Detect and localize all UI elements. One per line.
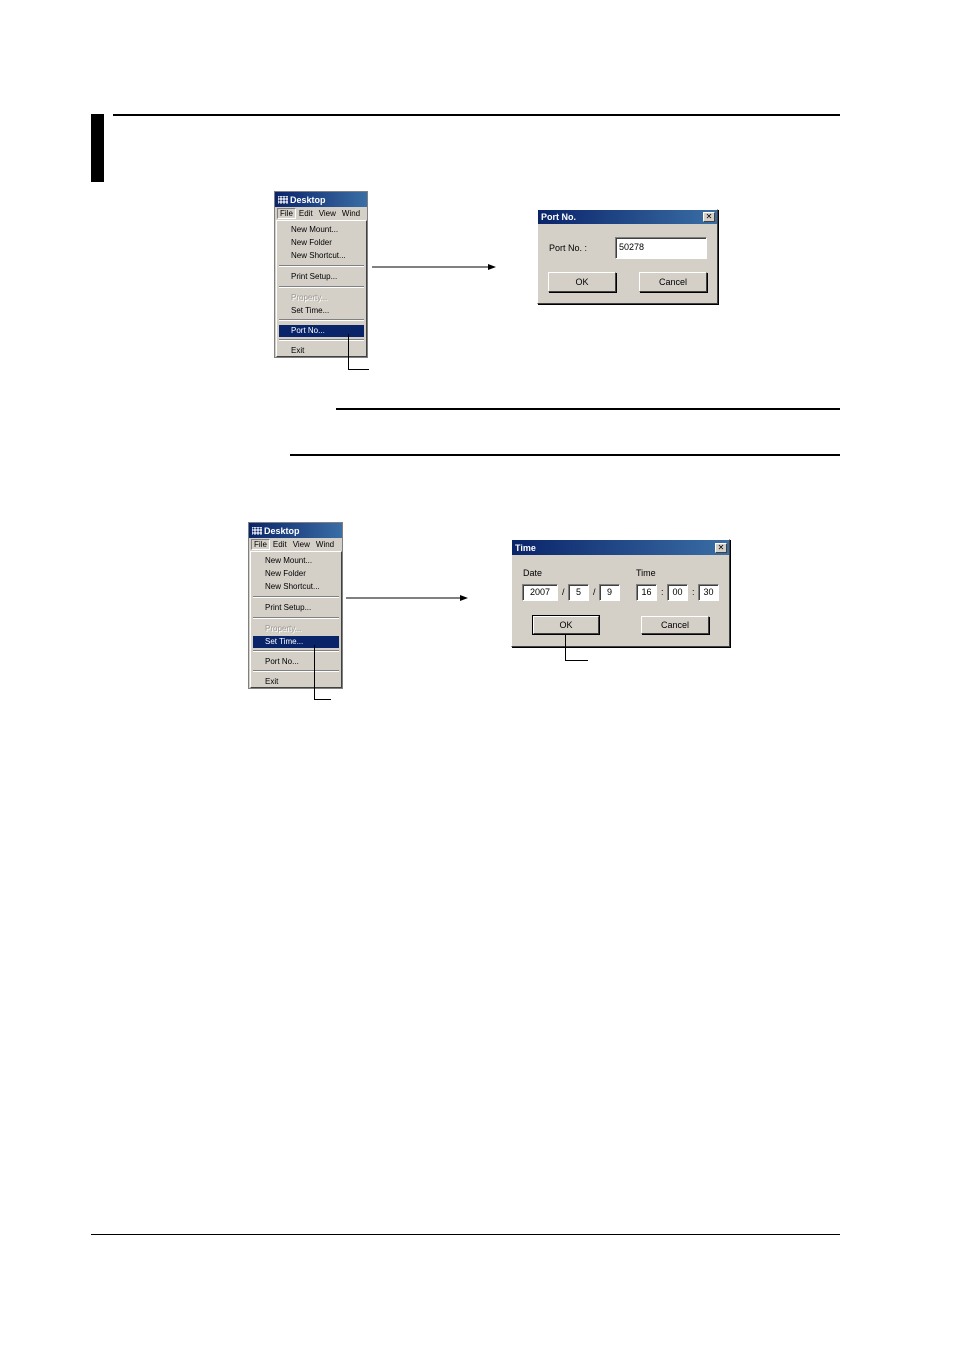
menu-view[interactable]: View bbox=[316, 209, 339, 218]
menubar: File Edit View Wind bbox=[275, 207, 367, 219]
hour-input[interactable]: 16 bbox=[636, 584, 657, 601]
menu-edit[interactable]: Edit bbox=[270, 540, 290, 549]
dialog-title: Time bbox=[515, 542, 536, 553]
day-input[interactable]: 9 bbox=[599, 584, 620, 601]
menu-item-new-shortcut[interactable]: New Shortcut... bbox=[279, 250, 364, 262]
month-input[interactable]: 5 bbox=[568, 584, 589, 601]
time-separator: : bbox=[692, 587, 695, 597]
close-icon[interactable]: ✕ bbox=[703, 212, 715, 222]
section-marker-bar bbox=[91, 114, 104, 182]
date-separator: / bbox=[593, 587, 596, 597]
menu-item-new-folder[interactable]: New Folder bbox=[253, 568, 339, 580]
arrow-2 bbox=[346, 595, 468, 601]
menu-file[interactable]: File bbox=[277, 207, 296, 219]
menu-window[interactable]: Wind bbox=[313, 540, 337, 549]
port-no-input[interactable]: 50278 bbox=[615, 237, 707, 259]
window-title: Desktop bbox=[264, 525, 300, 536]
cancel-button[interactable]: Cancel bbox=[641, 616, 709, 634]
second-input[interactable]: 30 bbox=[698, 584, 719, 601]
menu-item-property: Property... bbox=[265, 624, 302, 633]
menu-item-print-setup[interactable]: Print Setup... bbox=[279, 271, 364, 283]
date-label: Date bbox=[523, 568, 543, 578]
menu-file[interactable]: File bbox=[251, 538, 270, 550]
menu-separator bbox=[279, 265, 364, 267]
app-icon bbox=[252, 526, 262, 535]
callout-line bbox=[348, 334, 369, 370]
ok-button[interactable]: OK bbox=[532, 615, 600, 635]
minute-input[interactable]: 00 bbox=[667, 584, 688, 601]
menu-separator bbox=[279, 286, 364, 288]
close-icon[interactable]: ✕ bbox=[715, 543, 727, 553]
ok-button[interactable]: OK bbox=[548, 272, 616, 292]
window-title-bar: Desktop bbox=[249, 523, 342, 538]
menu-item-print-setup[interactable]: Print Setup... bbox=[253, 602, 339, 614]
menu-window[interactable]: Wind bbox=[339, 209, 363, 218]
callout-line bbox=[565, 634, 588, 661]
rule bbox=[290, 454, 840, 456]
port-no-label: Port No. : bbox=[549, 243, 588, 253]
menu-window-1: Desktop File Edit View Wind New Mount...… bbox=[274, 191, 368, 358]
dialog-title-bar: Time bbox=[512, 540, 729, 555]
menu-separator bbox=[253, 596, 339, 598]
rule bbox=[336, 408, 840, 410]
date-separator: / bbox=[562, 587, 565, 597]
menu-edit[interactable]: Edit bbox=[296, 209, 316, 218]
menu-item-set-time[interactable]: Set Time... bbox=[279, 305, 364, 317]
section-top-rule bbox=[113, 114, 840, 116]
dialog-title: Port No. bbox=[541, 212, 576, 222]
menu-item-new-folder[interactable]: New Folder bbox=[279, 237, 364, 249]
time-label: Time bbox=[636, 568, 656, 578]
menu-item-property: Property... bbox=[291, 293, 328, 302]
time-separator: : bbox=[661, 587, 664, 597]
menu-view[interactable]: View bbox=[290, 540, 313, 549]
year-input[interactable]: 2007 bbox=[522, 584, 558, 601]
app-icon bbox=[278, 195, 288, 204]
time-dialog: Time ✕ Date Time 2007 / 5 / 9 16 : 00 : … bbox=[511, 539, 730, 647]
menu-separator bbox=[253, 617, 339, 619]
dialog-title-bar: Port No. bbox=[538, 210, 717, 224]
callout-line bbox=[314, 645, 331, 700]
cancel-button[interactable]: Cancel bbox=[639, 272, 707, 292]
window-title-bar: Desktop bbox=[275, 192, 367, 207]
window-title: Desktop bbox=[290, 194, 326, 205]
menu-item-new-mount[interactable]: New Mount... bbox=[279, 224, 364, 236]
menu-item-new-mount[interactable]: New Mount... bbox=[253, 555, 339, 567]
footer-rule bbox=[91, 1234, 840, 1235]
menu-item-new-shortcut[interactable]: New Shortcut... bbox=[253, 581, 339, 593]
arrow-1 bbox=[372, 264, 496, 270]
menubar: File Edit View Wind bbox=[249, 538, 342, 550]
menu-separator bbox=[279, 319, 364, 321]
port-no-dialog: Port No. ✕ Port No. : 50278 OK Cancel bbox=[537, 209, 718, 304]
